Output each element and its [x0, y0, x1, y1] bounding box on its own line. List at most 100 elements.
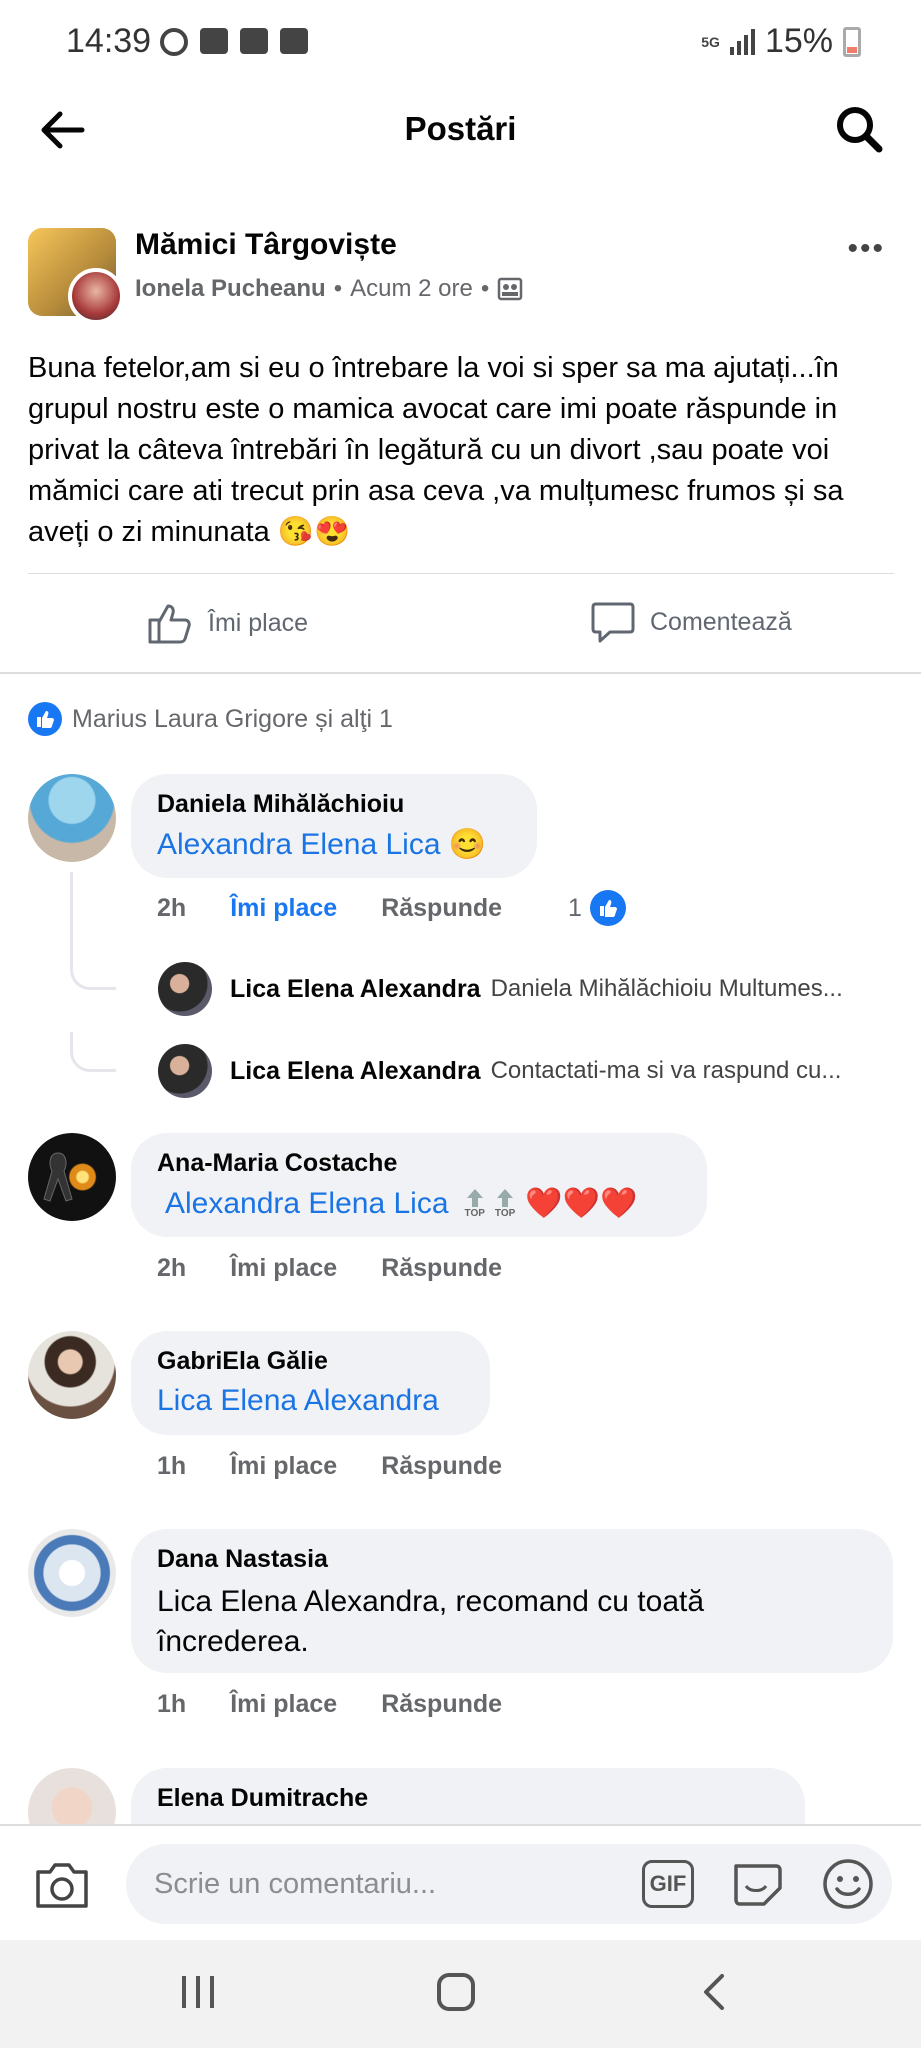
reply-item[interactable]: Lica Elena Alexandra Daniela Mihălăchioi…	[158, 962, 898, 1016]
post-meta: Ionela Pucheanu • Acum 2 ore •	[135, 275, 523, 303]
search-icon[interactable]	[834, 104, 884, 154]
comment-reply-button[interactable]: Răspunde	[381, 894, 502, 923]
system-navigation-bar	[0, 1940, 921, 2048]
like-count: 1	[568, 893, 582, 922]
black-ribbon-icon	[43, 1152, 73, 1202]
thread-connector	[70, 1032, 116, 1072]
comment-text[interactable]: Lica Elena Alexandra	[157, 1384, 439, 1417]
mail-icon	[200, 28, 228, 54]
comment-author[interactable]: Ana-Maria Costache	[157, 1149, 681, 1178]
comment-like-button[interactable]: Îmi place	[230, 894, 337, 923]
comment-composer: Scrie un comentariu... GIF	[0, 1824, 921, 1940]
reactions-text: Marius Laura Grigore și alţi 1	[72, 704, 393, 733]
sync-icon	[160, 28, 188, 56]
section-divider	[0, 672, 921, 674]
comment-text[interactable]: Alexandra Elena Lica	[165, 1187, 449, 1221]
home-icon[interactable]	[434, 1970, 478, 2014]
top-arrow-icon: TOP	[495, 1188, 515, 1219]
reactions-summary[interactable]: Marius Laura Grigore și alţi 1	[28, 702, 393, 736]
battery-icon	[843, 26, 861, 57]
reply-author[interactable]: Lica Elena Alexandra	[230, 975, 481, 1004]
reply-item[interactable]: Lica Elena Alexandra Contactati-ma si va…	[158, 1044, 898, 1098]
status-right: 5G 15%	[701, 22, 861, 61]
comment-time: 1h	[157, 1690, 187, 1718]
comment-actions: 2h Îmi place Răspunde	[157, 894, 546, 923]
comment-author[interactable]: Elena Dumitrache	[157, 1784, 779, 1813]
reply-text[interactable]: Contactati-ma si va raspund cu...	[491, 1057, 842, 1085]
comment-label: Comentează	[650, 607, 792, 636]
status-time: 14:39	[66, 22, 152, 60]
comment-time: 2h	[157, 894, 187, 922]
post-time[interactable]: Acum 2 ore	[350, 275, 473, 303]
battery-percent: 15%	[764, 22, 833, 60]
comment-time: 2h	[157, 1254, 187, 1282]
comment-author[interactable]: Daniela Mihălăchioiu	[157, 790, 511, 819]
reply-avatar[interactable]	[158, 1044, 212, 1098]
comment-placeholder: Scrie un comentariu...	[154, 1868, 437, 1900]
app-notification-icon	[240, 28, 268, 54]
top-badge-label: TOP	[494, 1208, 516, 1219]
camera-icon[interactable]	[34, 1860, 90, 1910]
comment-bubble[interactable]: Daniela Mihălăchioiu Alexandra Elena Lic…	[131, 774, 537, 878]
comment-actions: 1h Îmi place Răspunde	[157, 1690, 546, 1719]
comment-text[interactable]: Lica Elena Alexandra, recomand cu toată …	[157, 1582, 777, 1662]
comment-like-count[interactable]: 1	[568, 890, 670, 926]
top-badge-label: TOP	[464, 1208, 485, 1219]
meta-separator: •	[480, 275, 490, 302]
network-type: 5G	[701, 33, 720, 50]
status-bar: 14:39 5G 15%	[0, 0, 921, 88]
hearts-emoji: ❤️❤️❤️	[525, 1187, 638, 1220]
recent-apps-icon[interactable]	[176, 1970, 220, 2014]
comment-author[interactable]: GabriEla Gălie	[157, 1347, 464, 1376]
group-avatar[interactable]	[28, 228, 124, 324]
reply-avatar[interactable]	[158, 962, 212, 1016]
post-author[interactable]: Ionela Pucheanu	[135, 275, 326, 303]
comment-reply-button[interactable]: Răspunde	[381, 1452, 502, 1481]
more-options-icon[interactable]: •••	[847, 232, 885, 266]
author-avatar[interactable]	[68, 268, 124, 324]
reply-text[interactable]: Daniela Mihălăchioiu Multumes...	[491, 975, 843, 1003]
comment-time: 1h	[157, 1452, 187, 1480]
like-reaction-icon	[28, 702, 62, 736]
comment-actions: 1h Îmi place Răspunde	[157, 1452, 546, 1481]
group-privacy-icon	[498, 277, 523, 301]
comment-avatar[interactable]	[28, 774, 116, 862]
like-label: Îmi place	[208, 608, 309, 637]
comment-bubble[interactable]: Dana Nastasia Lica Elena Alexandra, reco…	[131, 1529, 893, 1673]
group-name[interactable]: Mămici Târgoviște	[135, 228, 397, 262]
comment-icon	[591, 602, 635, 643]
comment-bubble[interactable]: GabriEla Gălie Lica Elena Alexandra	[131, 1331, 490, 1435]
comment-text[interactable]: Alexandra Elena Lica 😊	[157, 828, 486, 861]
comment-like-button[interactable]: Îmi place	[230, 1690, 337, 1719]
gif-button[interactable]: GIF	[642, 1860, 694, 1908]
comment-avatar[interactable]	[28, 1133, 116, 1221]
comment-input[interactable]: Scrie un comentariu... GIF	[126, 1844, 892, 1924]
notification-icons	[160, 28, 308, 56]
comment-author[interactable]: Dana Nastasia	[157, 1545, 867, 1574]
comment-bubble[interactable]: Ana-Maria Costache Alexandra Elena Lica …	[131, 1133, 707, 1237]
back-icon[interactable]	[694, 1970, 738, 2014]
meta-separator: •	[333, 275, 343, 302]
page-title: Postări	[404, 110, 517, 147]
like-button[interactable]: Îmi place	[146, 600, 308, 646]
comment-reply-button[interactable]: Răspunde	[381, 1254, 502, 1283]
emoji-icon[interactable]	[820, 1856, 876, 1912]
comment-avatar[interactable]	[28, 1331, 116, 1419]
thread-connector	[70, 950, 116, 990]
thread-line	[70, 872, 73, 952]
comment-actions: 2h Îmi place Răspunde	[157, 1254, 546, 1283]
comment-avatar[interactable]	[28, 1529, 116, 1617]
comment-button[interactable]: Comentează	[590, 600, 792, 644]
signal-icon	[729, 28, 755, 55]
post-divider	[28, 573, 894, 574]
comment-like-button[interactable]: Îmi place	[230, 1254, 337, 1283]
top-app-bar: Postări	[0, 88, 921, 168]
comment-like-button[interactable]: Îmi place	[230, 1452, 337, 1481]
like-reaction-icon	[589, 890, 626, 926]
thumbs-up-icon	[148, 604, 191, 644]
sticker-icon[interactable]	[730, 1856, 786, 1912]
comment-reply-button[interactable]: Răspunde	[381, 1690, 502, 1719]
reply-author[interactable]: Lica Elena Alexandra	[230, 1057, 481, 1086]
top-arrow-icon: TOP	[465, 1188, 485, 1219]
image-icon	[280, 28, 308, 54]
